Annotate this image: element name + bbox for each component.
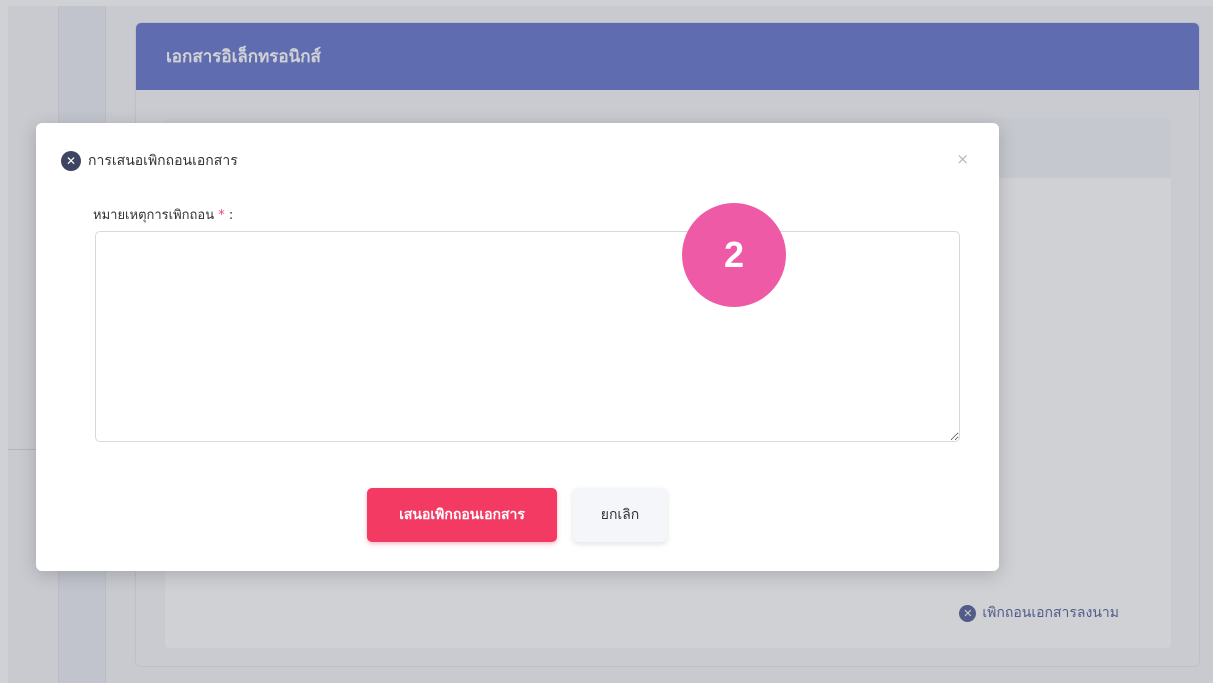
cancel-button[interactable]: ยกเลิก xyxy=(573,488,667,542)
submit-withdraw-button[interactable]: เสนอเพิกถอนเอกสาร xyxy=(367,488,557,542)
reason-label-text: หมายเหตุการเพิกถอน xyxy=(93,208,215,223)
circle-x-icon: ✕ xyxy=(61,151,81,171)
withdraw-document-modal: ✕ การเสนอเพิกถอนเอกสาร × หมายเหตุการเพิก… xyxy=(36,123,999,571)
step-number-badge: 2 xyxy=(682,203,786,307)
withdraw-reason-textarea[interactable] xyxy=(95,231,960,442)
modal-title: การเสนอเพิกถอนเอกสาร xyxy=(88,153,238,169)
reason-field-label: หมายเหตุการเพิกถอน * : xyxy=(93,204,233,225)
close-icon[interactable]: × xyxy=(956,150,969,168)
label-colon: : xyxy=(224,208,234,223)
modal-header: ✕ การเสนอเพิกถอนเอกสาร xyxy=(61,150,238,172)
